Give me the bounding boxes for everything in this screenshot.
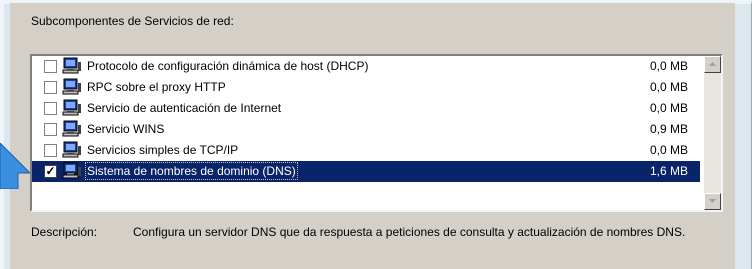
component-size: 0,0 MB bbox=[649, 101, 688, 115]
dialog-panel: Subcomponentes de Servicios de red: Prot… bbox=[10, 3, 735, 269]
component-size: 0,0 MB bbox=[649, 80, 688, 94]
network-computer-icon bbox=[62, 57, 82, 75]
component-label: Servicios simples de TCP/IP bbox=[87, 143, 239, 157]
network-computer-icon bbox=[62, 120, 82, 138]
list-item[interactable]: RPC sobre el proxy HTTP 0,0 MB bbox=[32, 77, 700, 98]
component-size: 1,6 MB bbox=[649, 164, 688, 178]
list-item[interactable]: Servicio WINS 0,9 MB bbox=[32, 119, 700, 140]
list-item[interactable]: Servicios simples de TCP/IP 0,0 MB bbox=[32, 140, 700, 161]
component-size: 0,9 MB bbox=[649, 122, 688, 136]
scroll-down-button[interactable] bbox=[704, 193, 721, 210]
component-label: Servicio WINS bbox=[87, 122, 165, 136]
list-item[interactable]: Servicio de autenticación de Internet 0,… bbox=[32, 98, 700, 119]
subcomponents-caption: Subcomponentes de Servicios de red: bbox=[31, 14, 234, 28]
checkbox[interactable] bbox=[44, 123, 57, 136]
checkbox[interactable] bbox=[44, 144, 57, 157]
list-item[interactable]: ✓ Sistema de nombres de dominio (DNS) 1,… bbox=[32, 161, 700, 182]
vertical-scrollbar[interactable] bbox=[704, 56, 721, 210]
component-label: RPC sobre el proxy HTTP bbox=[87, 80, 226, 94]
component-label: Sistema de nombres de dominio (DNS) bbox=[85, 162, 298, 180]
checkbox[interactable] bbox=[44, 102, 57, 115]
arrow-up-icon bbox=[709, 62, 716, 66]
checkbox[interactable]: ✓ bbox=[44, 165, 57, 178]
subcomponents-list[interactable]: Protocolo de configuración dinámica de h… bbox=[30, 54, 723, 212]
checkbox[interactable] bbox=[44, 81, 57, 94]
scroll-up-button[interactable] bbox=[704, 56, 721, 73]
component-label: Protocolo de configuración dinámica de h… bbox=[87, 59, 369, 73]
checkbox[interactable] bbox=[44, 60, 57, 73]
network-computer-icon bbox=[62, 99, 82, 117]
description-label: Descripción: bbox=[31, 225, 98, 239]
component-size: 0,0 MB bbox=[649, 143, 688, 157]
list-item[interactable]: Protocolo de configuración dinámica de h… bbox=[32, 56, 700, 77]
blue-arrow-pointer-icon bbox=[0, 143, 30, 189]
network-computer-icon bbox=[62, 78, 82, 96]
subcomponents-rows: Protocolo de configuración dinámica de h… bbox=[32, 56, 700, 182]
description-text: Configura un servidor DNS que da respues… bbox=[133, 225, 686, 239]
component-size: 0,0 MB bbox=[649, 59, 688, 73]
network-computer-icon bbox=[62, 141, 82, 159]
network-computer-icon bbox=[62, 162, 82, 180]
arrow-down-icon bbox=[709, 199, 716, 203]
component-label: Servicio de autenticación de Internet bbox=[87, 101, 282, 115]
